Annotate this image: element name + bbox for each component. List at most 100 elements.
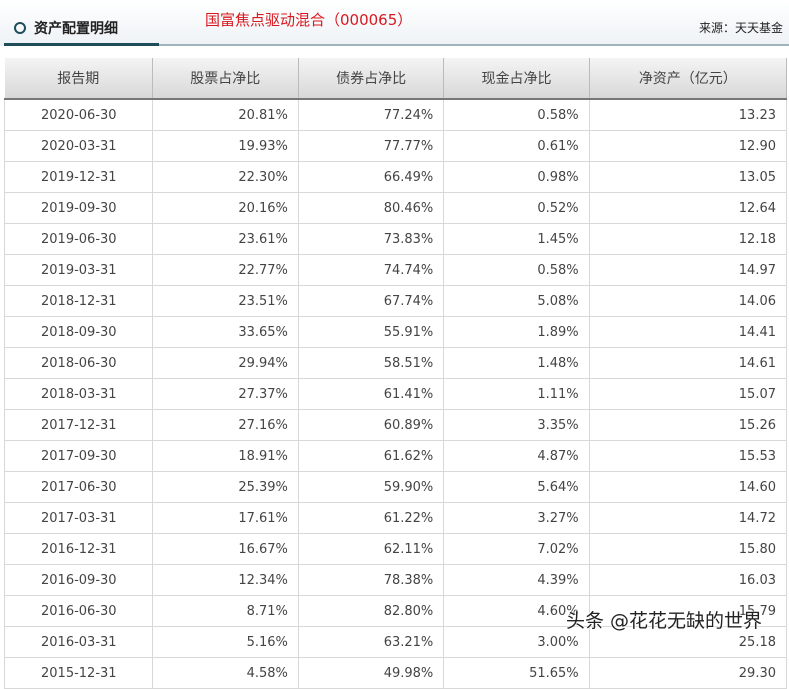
table-row: 2019-03-31 22.77% 74.74% 0.58% 14.97 <box>4 254 788 286</box>
table-row: 2019-09-30 20.16% 80.46% 0.52% 12.64 <box>4 192 788 224</box>
table-cell: 22.30% <box>151 161 299 193</box>
table-cell: 14.72 <box>588 502 788 534</box>
table-row: 2016-12-31 16.67% 62.11% 7.02% 15.80 <box>4 533 788 565</box>
table-cell: 23.51% <box>151 285 299 317</box>
table-cell: 23.61% <box>151 223 299 255</box>
table-cell: 2017-06-30 <box>4 471 153 503</box>
column-header: 债券占净比 <box>297 58 445 100</box>
table-cell: 15.07 <box>588 378 788 410</box>
table-cell: 5.64% <box>443 471 590 503</box>
table-cell: 63.21% <box>297 626 445 658</box>
table-cell: 2016-12-31 <box>4 533 153 565</box>
table-cell: 0.61% <box>443 130 590 162</box>
table-cell: 29.30 <box>588 657 788 689</box>
table-cell: 27.16% <box>151 409 299 441</box>
table-cell: 14.60 <box>588 471 788 503</box>
table-row: 2017-03-31 17.61% 61.22% 3.27% 14.72 <box>4 502 788 534</box>
table-cell: 1.89% <box>443 316 590 348</box>
table-cell: 78.38% <box>297 564 445 596</box>
table-row: 2017-06-30 25.39% 59.90% 5.64% 14.60 <box>4 471 788 503</box>
table-cell: 2019-12-31 <box>4 161 153 193</box>
table-cell: 5.08% <box>443 285 590 317</box>
table-cell: 20.81% <box>151 98 299 131</box>
table-cell: 2019-09-30 <box>4 192 153 224</box>
table-cell: 12.90 <box>588 130 788 162</box>
table-cell: 14.41 <box>588 316 788 348</box>
table-cell: 20.16% <box>151 192 299 224</box>
table-cell: 80.46% <box>297 192 445 224</box>
table-cell: 19.93% <box>151 130 299 162</box>
table-row: 2017-12-31 27.16% 60.89% 3.35% 15.26 <box>4 409 788 441</box>
table-cell: 74.74% <box>297 254 445 286</box>
table-row: 2019-06-30 23.61% 73.83% 1.45% 12.18 <box>4 223 788 255</box>
table-cell: 2017-12-31 <box>4 409 153 441</box>
table-cell: 14.06 <box>588 285 788 317</box>
table-cell: 2020-03-31 <box>4 130 153 162</box>
table-row: 2018-06-30 29.94% 58.51% 1.48% 14.61 <box>4 347 788 379</box>
table-cell: 61.41% <box>297 378 445 410</box>
table-cell: 77.77% <box>297 130 445 162</box>
table-cell: 17.61% <box>151 502 299 534</box>
active-tab-underline <box>4 43 159 46</box>
table-cell: 15.26 <box>588 409 788 441</box>
table-cell: 2017-09-30 <box>4 440 153 472</box>
table-cell: 15.53 <box>588 440 788 472</box>
section-title: 资产配置明细 <box>14 18 118 38</box>
table-row: 2017-09-30 18.91% 61.62% 4.87% 15.53 <box>4 440 788 472</box>
table-cell: 27.37% <box>151 378 299 410</box>
table-cell: 14.97 <box>588 254 788 286</box>
table-cell: 67.74% <box>297 285 445 317</box>
table-cell: 8.71% <box>151 595 299 627</box>
table-cell: 2019-06-30 <box>4 223 153 255</box>
column-header: 股票占净比 <box>151 58 299 100</box>
table-row: 2015-12-31 4.58% 49.98% 51.65% 29.30 <box>4 657 788 689</box>
table-cell: 14.61 <box>588 347 788 379</box>
table-cell: 2018-03-31 <box>4 378 153 410</box>
table-row: 2018-12-31 23.51% 67.74% 5.08% 14.06 <box>4 285 788 317</box>
table-cell: 12.64 <box>588 192 788 224</box>
table-cell: 77.24% <box>297 98 445 131</box>
table-cell: 4.39% <box>443 564 590 596</box>
table-cell: 66.49% <box>297 161 445 193</box>
section-title-text: 资产配置明细 <box>34 21 118 37</box>
table-cell: 61.62% <box>297 440 445 472</box>
table-cell: 12.18 <box>588 223 788 255</box>
table-cell: 13.23 <box>588 98 788 131</box>
table-cell: 33.65% <box>151 316 299 348</box>
table-cell: 3.27% <box>443 502 590 534</box>
table-row: 2019-12-31 22.30% 66.49% 0.98% 13.05 <box>4 161 788 193</box>
source-label: 来源：天天基金 <box>698 21 783 35</box>
table-cell: 5.16% <box>151 626 299 658</box>
table-cell: 16.03 <box>588 564 788 596</box>
table-cell: 2017-03-31 <box>4 502 153 534</box>
table-cell: 12.34% <box>151 564 299 596</box>
table-cell: 16.67% <box>151 533 299 565</box>
table-cell: 2020-06-30 <box>4 98 153 131</box>
table-row: 2020-03-31 19.93% 77.77% 0.61% 12.90 <box>4 130 788 162</box>
table-row: 2018-09-30 33.65% 55.91% 1.89% 14.41 <box>4 316 788 348</box>
table-cell: 22.77% <box>151 254 299 286</box>
table-cell: 7.02% <box>443 533 590 565</box>
table-cell: 2019-03-31 <box>4 254 153 286</box>
asset-allocation-table: 报告期 股票占净比 债券占净比 现金占净比 净资产（亿元） 2020-06-30 20.8… <box>4 58 788 689</box>
table-cell: 2015-12-31 <box>4 657 153 689</box>
section-header: 资产配置明细 国富焦点驱动混合（000065） 来源：天天基金 <box>0 0 789 46</box>
table-cell: 4.87% <box>443 440 590 472</box>
table-row: 2018-03-31 27.37% 61.41% 1.11% 15.07 <box>4 378 788 410</box>
table-row: 2020-06-30 20.81% 77.24% 0.58% 13.23 <box>4 98 788 131</box>
table-cell: 2016-09-30 <box>4 564 153 596</box>
table-cell: 0.98% <box>443 161 590 193</box>
table-cell: 60.89% <box>297 409 445 441</box>
table-cell: 59.90% <box>297 471 445 503</box>
column-header: 净资产（亿元） <box>588 58 788 100</box>
table-cell: 29.94% <box>151 347 299 379</box>
table-cell: 2016-06-30 <box>4 595 153 627</box>
watermark: 头条 @花花无缺的世界 <box>566 610 763 632</box>
table-cell: 1.45% <box>443 223 590 255</box>
table-cell: 49.98% <box>297 657 445 689</box>
table-cell: 25.39% <box>151 471 299 503</box>
table-cell: 73.83% <box>297 223 445 255</box>
table-cell: 18.91% <box>151 440 299 472</box>
column-header: 现金占净比 <box>443 58 590 100</box>
table-cell: 62.11% <box>297 533 445 565</box>
